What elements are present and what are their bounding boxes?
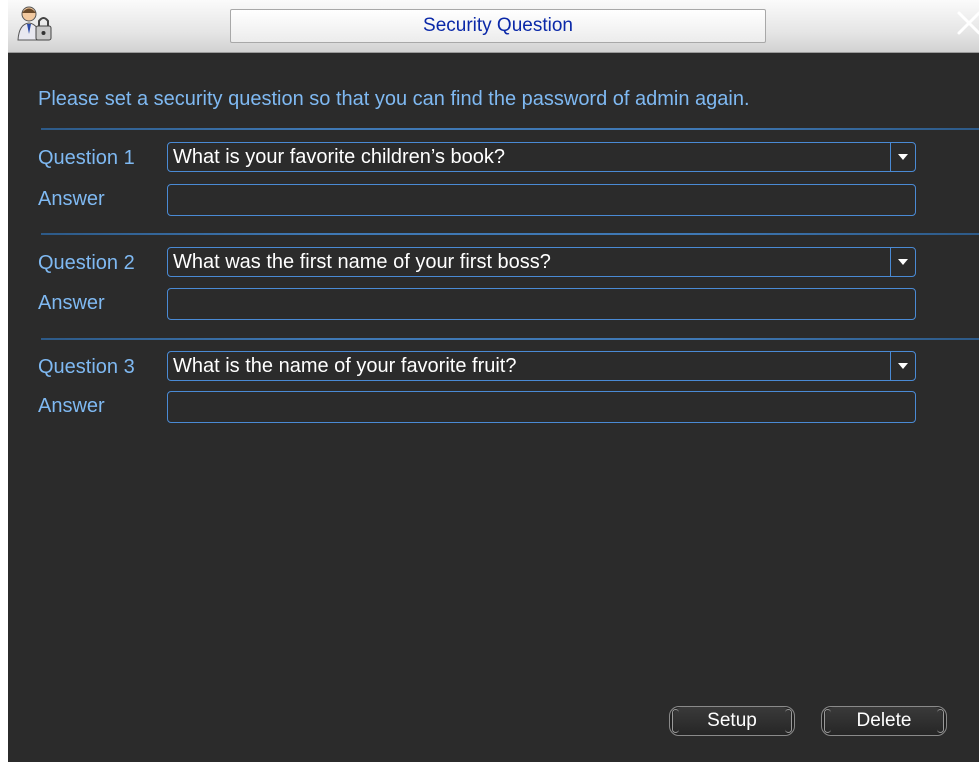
answer-2-label: Answer (38, 292, 105, 314)
answer-1-label: Answer (38, 188, 105, 210)
setup-button[interactable]: Setup (669, 706, 795, 736)
chevron-down-icon[interactable] (890, 143, 915, 171)
answer-3-label: Answer (38, 395, 105, 417)
chevron-down-icon[interactable] (890, 352, 915, 380)
question-3-selected-value: What is the name of your favorite fruit? (173, 355, 517, 377)
delete-button[interactable]: Delete (821, 706, 947, 736)
question-3-select[interactable]: What is the name of your favorite fruit? (167, 351, 916, 381)
separator (41, 338, 979, 340)
question-2-label: Question 2 (38, 252, 135, 274)
separator (41, 233, 979, 235)
question-1-select[interactable]: What is your favorite children’s book? (167, 142, 916, 172)
close-icon[interactable] (955, 8, 979, 38)
admin-lock-icon (15, 4, 55, 44)
question-3-label: Question 3 (38, 356, 135, 378)
question-1-selected-value: What is your favorite children’s book? (173, 146, 506, 168)
window-title: Security Question (230, 9, 766, 43)
question-2-select[interactable]: What was the first name of your first bo… (167, 247, 916, 277)
answer-3-input[interactable] (167, 391, 916, 423)
separator (41, 128, 979, 130)
question-1-label: Question 1 (38, 147, 135, 169)
answer-1-input[interactable] (167, 184, 916, 216)
title-bar: Security Question (8, 0, 979, 53)
chevron-down-icon[interactable] (890, 248, 915, 276)
info-text: Please set a security question so that y… (38, 88, 750, 110)
delete-button-label: Delete (856, 710, 912, 731)
answer-2-input[interactable] (167, 288, 916, 320)
question-2-selected-value: What was the first name of your first bo… (173, 251, 551, 273)
setup-button-label: Setup (707, 710, 757, 731)
security-question-dialog: Security Question Please set a security … (8, 0, 979, 762)
